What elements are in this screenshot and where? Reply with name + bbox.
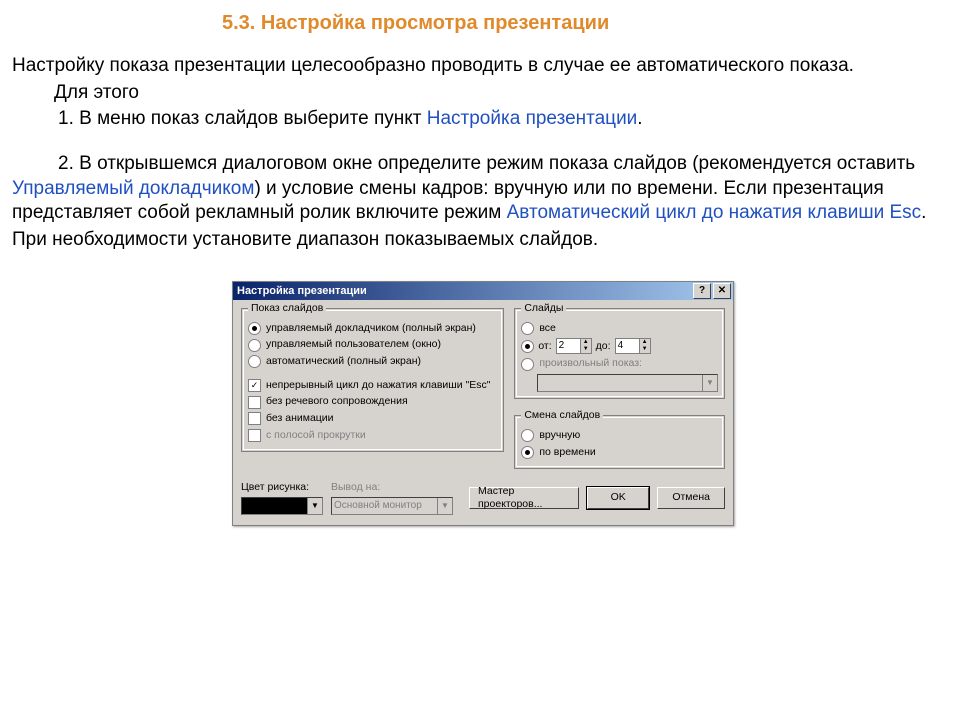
radio-label: все: [539, 322, 556, 336]
radio-custom-show: произвольный показ:: [521, 357, 718, 371]
help-button[interactable]: ?: [693, 283, 711, 299]
radio-range-slides[interactable]: от: 2▲▼ до: 4▲▼: [521, 338, 718, 354]
check-label: без анимации: [266, 412, 334, 426]
slides-range-group: Слайды все от: 2▲▼ до: 4▲▼ произвольный …: [514, 308, 725, 399]
advance-legend: Смена слайдов: [521, 409, 603, 423]
advance-group: Смена слайдов вручную по времени: [514, 415, 725, 469]
radio-icon: [521, 446, 534, 459]
radio-label: вручную: [539, 429, 580, 443]
radio-advance-timed[interactable]: по времени: [521, 446, 718, 460]
show-type-legend: Показ слайдов: [248, 302, 326, 316]
radio-icon: [248, 355, 261, 368]
show-type-group: Показ слайдов управляемый докладчиком (п…: [241, 308, 504, 452]
check-scrollbar: с полосой прокрутки: [248, 429, 497, 443]
radio-auto-fullscreen[interactable]: автоматический (полный экран): [248, 355, 497, 369]
slides-legend: Слайды: [521, 302, 566, 316]
check-label: непрерывный цикл до нажатия клавиши "Esc…: [266, 379, 490, 393]
checkbox-icon: [248, 379, 261, 392]
output-label: Вывод на:: [331, 481, 453, 495]
step2-text-a: 2. В открывшемся диалоговом окне определ…: [12, 153, 915, 174]
ok-button[interactable]: OK: [587, 487, 649, 509]
chevron-down-icon: ▼: [437, 498, 452, 514]
step1-term: Настройка презентации: [427, 108, 638, 129]
radio-label: по времени: [539, 446, 595, 460]
step2-tail: .: [921, 202, 926, 223]
close-button[interactable]: ✕: [713, 283, 731, 299]
check-label: с полосой прокрутки: [266, 429, 366, 443]
check-label: без речевого сопровождения: [266, 395, 408, 409]
to-value: 4: [616, 339, 639, 353]
chevron-down-icon: ▼: [702, 375, 717, 391]
check-no-narration[interactable]: без речевого сопровождения: [248, 395, 497, 409]
to-spinner[interactable]: 4▲▼: [615, 338, 651, 354]
step-2: 2. В открывшемся диалоговом окне определ…: [12, 152, 948, 226]
radio-label: автоматический (полный экран): [266, 355, 421, 369]
radio-icon: [521, 340, 534, 353]
from-value: 2: [557, 339, 580, 353]
from-label: от:: [538, 340, 551, 354]
check-no-animation[interactable]: без анимации: [248, 412, 497, 426]
projector-wizard-button[interactable]: Мастер проекторов...: [469, 487, 579, 509]
section-title: 5.3. Настройка просмотра презентации: [12, 10, 948, 36]
from-spinner[interactable]: 2▲▼: [556, 338, 592, 354]
step2-term-2: Автоматический цикл до нажатия клавиши E…: [507, 202, 922, 223]
step1-tail: .: [637, 108, 642, 129]
output-combo: Основной монитор▼: [331, 497, 453, 515]
radio-icon: [248, 339, 261, 352]
radio-advance-manual[interactable]: вручную: [521, 429, 718, 443]
step-1: 1. В меню показ слайдов выберите пункт Н…: [12, 107, 948, 132]
radio-label: управляемый докладчиком (полный экран): [266, 322, 476, 336]
radio-icon: [521, 322, 534, 335]
radio-icon: [248, 322, 261, 335]
closing-paragraph: При необходимости установите диапазон по…: [12, 228, 948, 253]
step1-text: 1. В меню показ слайдов выберите пункт: [58, 108, 427, 129]
check-loop-esc[interactable]: непрерывный цикл до нажатия клавиши "Esc…: [248, 379, 497, 393]
lead-in: Для этого: [12, 81, 948, 106]
intro-paragraph: Настройку показа презентации целесообраз…: [12, 54, 948, 79]
radio-icon: [521, 358, 534, 371]
step2-term-1: Управляемый докладчиком: [12, 178, 254, 199]
to-label: до:: [596, 340, 611, 354]
radio-label: управляемый пользователем (окно): [266, 338, 441, 352]
custom-show-combo: ▼: [537, 374, 718, 392]
checkbox-icon: [248, 396, 261, 409]
pen-color-label: Цвет рисунка:: [241, 481, 323, 495]
dialog-title: Настройка презентации: [237, 284, 367, 298]
pen-color-combo[interactable]: ▼: [241, 497, 323, 515]
checkbox-icon: [248, 412, 261, 425]
radio-label: произвольный показ:: [539, 357, 642, 371]
cancel-button[interactable]: Отмена: [657, 487, 725, 509]
radio-icon: [521, 429, 534, 442]
radio-all-slides[interactable]: все: [521, 322, 718, 336]
output-value: Основной монитор: [332, 498, 437, 514]
chevron-down-icon: ▼: [307, 498, 322, 514]
checkbox-icon: [248, 429, 261, 442]
presentation-settings-dialog: Настройка презентации ? ✕ Показ слайдов …: [232, 281, 734, 526]
radio-user-window[interactable]: управляемый пользователем (окно): [248, 338, 497, 352]
radio-presenter[interactable]: управляемый докладчиком (полный экран): [248, 322, 497, 336]
dialog-titlebar[interactable]: Настройка презентации ? ✕: [233, 282, 733, 300]
